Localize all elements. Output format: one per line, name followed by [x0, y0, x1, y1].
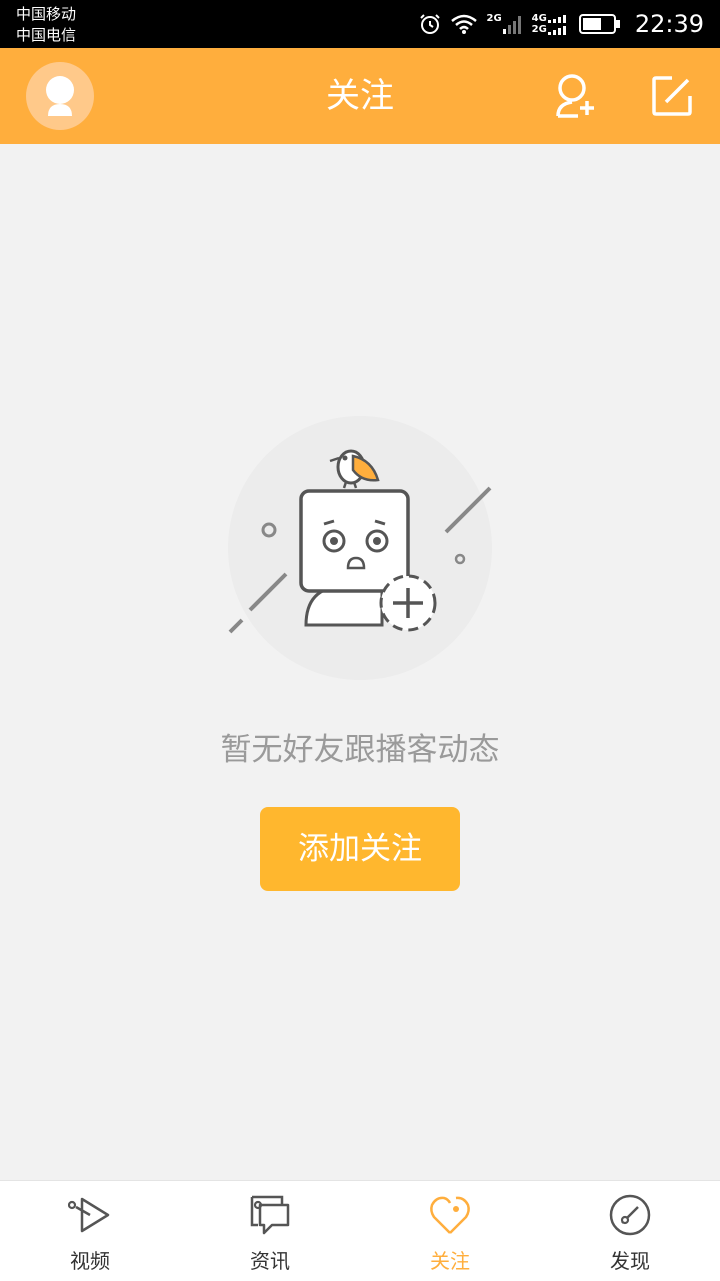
- signal-icon-2: [547, 15, 566, 35]
- app-bar: 关注: [0, 48, 720, 144]
- edit-icon[interactable]: [648, 72, 696, 120]
- nav-label-news: 资讯: [250, 1249, 290, 1273]
- nav-item-follow[interactable]: 关注: [360, 1181, 540, 1281]
- clock: 22:39: [634, 10, 704, 38]
- network-type-2a: 4G: [531, 13, 547, 24]
- video-play-icon: [68, 1197, 110, 1233]
- discover-compass-icon: [609, 1194, 651, 1236]
- page-title: 关注: [326, 76, 394, 116]
- news-icon: [250, 1195, 290, 1235]
- nav-label-follow: 关注: [430, 1249, 470, 1273]
- add-friend-icon[interactable]: [550, 72, 598, 120]
- carrier-label-2: 中国电信: [16, 26, 77, 44]
- status-bar: 中国移动 中国电信 2G 4G 2G 22:39: [0, 0, 720, 48]
- carrier-label-1: 中国移动: [16, 5, 77, 23]
- follow-heart-icon: [430, 1196, 470, 1234]
- nav-label-video: 视频: [70, 1249, 110, 1273]
- empty-state-message: 暂无好友跟播客动态: [220, 732, 500, 768]
- empty-state-illustration: [228, 416, 492, 680]
- alarm-icon: [420, 14, 441, 34]
- nav-label-discover: 发现: [610, 1249, 650, 1273]
- network-type-1: 2G: [486, 13, 502, 24]
- wifi-icon: [451, 14, 478, 34]
- battery-icon: [578, 14, 620, 34]
- nav-item-discover[interactable]: 发现: [540, 1181, 720, 1281]
- nav-item-news[interactable]: 资讯: [180, 1181, 360, 1281]
- bottom-nav: 视频 资讯 关注 发现: [0, 1180, 720, 1281]
- signal-icon-1: [502, 16, 521, 34]
- add-follow-button[interactable]: 添加关注: [260, 807, 460, 891]
- nav-item-video[interactable]: 视频: [0, 1181, 180, 1281]
- network-type-2b: 2G: [531, 24, 547, 35]
